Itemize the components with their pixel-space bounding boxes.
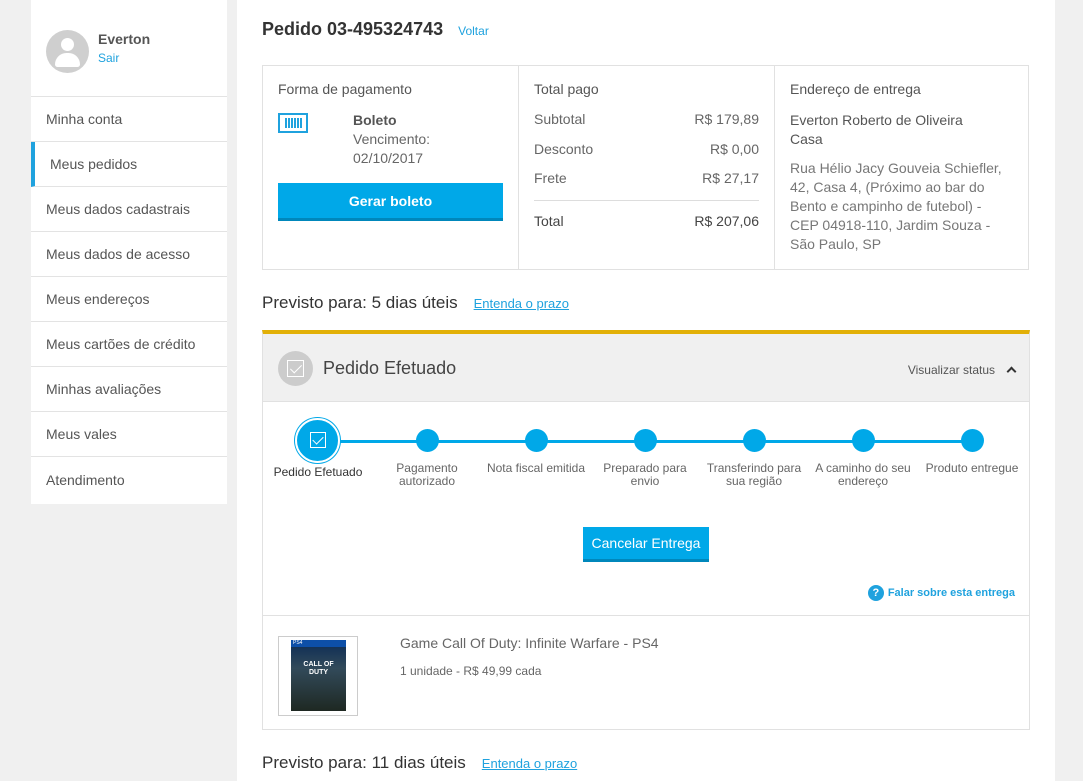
address-line: 42, Casa 4, (Próximo ao bar do: [790, 179, 985, 195]
delivery-status-card: Pedido Efetuado Visualizar status Pedido…: [262, 330, 1030, 730]
address-line: São Paulo, SP: [790, 236, 882, 252]
due-date: 02/10/2017: [353, 150, 424, 166]
step-dot: [634, 429, 657, 452]
total-label: Total: [534, 212, 564, 229]
barcode-icon: [278, 113, 308, 133]
sidebar-item-meus-pedidos[interactable]: Meus pedidos: [31, 142, 227, 187]
sidebar-item-vales[interactable]: Meus vales: [31, 412, 227, 457]
status-header: Pedido Efetuado Visualizar status: [263, 334, 1029, 402]
payment-method: Boleto: [353, 112, 397, 128]
sidebar-item-dados-cadastrais[interactable]: Meus dados cadastrais: [31, 187, 227, 232]
address-line: Rua Hélio Jacy Gouveia Schiefler,: [790, 160, 1002, 176]
check-icon: [295, 418, 340, 463]
sidebar: Everton Sair Minha conta Meus pedidos Me…: [31, 0, 227, 504]
address-title: Endereço de entrega: [790, 81, 921, 97]
question-icon: ?: [867, 585, 884, 601]
step-dot: [852, 429, 875, 452]
product-quantity: 1 unidade - R$ 49,99 cada: [400, 664, 542, 678]
address-section: Endereço de entrega Everton Roberto de O…: [775, 66, 1028, 269]
step-dot: [961, 429, 984, 452]
user-panel: Everton Sair: [31, 0, 227, 97]
step-dot: [416, 429, 439, 452]
shipping-row: Frete R$ 27,17: [534, 170, 759, 200]
order-summary: Forma de pagamento Boleto Vencimento: 02…: [262, 65, 1029, 270]
order-header: Pedido 03-495324743 Voltar: [262, 19, 489, 40]
payment-title: Forma de pagamento: [278, 81, 412, 97]
discount-row: Desconto R$ 0,00: [534, 141, 759, 171]
product-image[interactable]: PS4 CALL OF DUTY: [278, 636, 358, 716]
discount-label: Desconto: [534, 140, 594, 157]
timeline-step-label: Nota fiscal emitida: [486, 461, 586, 475]
user-avatar-icon: [46, 30, 89, 73]
subtotal-label: Subtotal: [534, 111, 586, 127]
step-dot: [525, 429, 548, 452]
address-line: CEP 04918-110, Jardim Souza -: [790, 217, 991, 233]
address-type: Casa: [790, 131, 823, 147]
subtotal-row: Subtotal R$ 179,89: [534, 111, 759, 141]
view-status-toggle[interactable]: Visualizar status: [907, 363, 1017, 377]
back-link[interactable]: Voltar: [458, 24, 489, 38]
discount-value: R$ 0,00: [709, 140, 759, 157]
due-label: Vencimento:: [353, 131, 431, 147]
payment-section: Forma de pagamento Boleto Vencimento: 02…: [263, 66, 519, 269]
main-content: Pedido 03-495324743 Voltar Forma de paga…: [237, 0, 1055, 781]
status-title: Pedido Efetuado: [323, 358, 457, 378]
subtotal-value: R$ 179,89: [694, 111, 759, 127]
step-dot: [743, 429, 766, 452]
help-link-label: Falar sobre esta entrega: [887, 587, 1015, 599]
totals-divider: [534, 199, 759, 201]
shipping-label: Frete: [534, 170, 567, 186]
sidebar-item-dados-acesso[interactable]: Meus dados de acesso: [31, 232, 227, 277]
game-cover: PS4 CALL OF DUTY: [291, 640, 346, 711]
chevron-up-icon: [1006, 366, 1017, 377]
forecast-text: Previsto para: 5 dias úteis: [262, 293, 458, 312]
understand-deadline-link[interactable]: Entenda o prazo: [482, 756, 577, 771]
sidebar-item-avaliacoes[interactable]: Minhas avaliações: [31, 367, 227, 412]
product-name[interactable]: Game Call Of Duty: Infinite Warfare - PS…: [400, 635, 659, 651]
sidebar-item-minha-conta[interactable]: Minha conta: [31, 97, 227, 142]
generate-boleto-button[interactable]: Gerar boleto: [278, 183, 503, 221]
total-row: Total R$ 207,06: [534, 213, 759, 243]
cover-title: CALL OF DUTY: [303, 661, 334, 676]
timeline-step-label: Produto entregue: [925, 461, 1019, 475]
cover-platform: PS4: [291, 640, 346, 647]
address-text: Rua Hélio Jacy Gouveia Schiefler, 42, Ca…: [790, 159, 1013, 254]
check-icon: [278, 351, 313, 386]
totals-title: Total pago: [534, 81, 599, 97]
delivery-forecast: Previsto para: 5 dias úteis Entenda o pr…: [262, 293, 569, 313]
sidebar-item-atendimento[interactable]: Atendimento: [31, 457, 227, 502]
order-item: PS4 CALL OF DUTY Game Call Of Duty: Infi…: [263, 615, 1029, 730]
user-name: Everton: [98, 31, 151, 47]
timeline-step-label: Pedido Efetuado: [273, 465, 363, 479]
forecast-text: Previsto para: 11 dias úteis: [262, 753, 466, 772]
timeline-step-label: A caminho do seu endereço: [815, 461, 911, 488]
address-line: Bento e campinho de futebol) -: [790, 198, 982, 214]
timeline-step-label: Preparado para envio: [603, 461, 687, 488]
totals-section: Total pago Subtotal R$ 179,89 Desconto R…: [519, 66, 775, 269]
sidebar-item-enderecos[interactable]: Meus endereços: [31, 277, 227, 322]
view-status-label: Visualizar status: [907, 363, 995, 377]
total-value: R$ 207,06: [694, 212, 759, 229]
status-timeline: Pedido Efetuado Pagamento autorizado Not…: [263, 418, 1029, 504]
recipient-name: Everton Roberto de Oliveira: [790, 112, 963, 128]
timeline-step-label: Pagamento autorizado: [396, 461, 458, 488]
logout-link[interactable]: Sair: [98, 51, 119, 65]
page-title: Pedido 03-495324743: [262, 19, 444, 39]
sidebar-item-cartoes[interactable]: Meus cartões de crédito: [31, 322, 227, 367]
shipping-value: R$ 27,17: [702, 170, 759, 186]
talk-about-delivery-link[interactable]: ? Falar sobre esta entrega: [867, 585, 1015, 601]
timeline-step-label: Transferindo para sua região: [706, 461, 802, 488]
delivery-forecast: Previsto para: 11 dias úteis Entenda o p…: [262, 753, 577, 773]
cancel-delivery-button[interactable]: Cancelar Entrega: [583, 527, 709, 562]
understand-deadline-link[interactable]: Entenda o prazo: [474, 296, 569, 311]
